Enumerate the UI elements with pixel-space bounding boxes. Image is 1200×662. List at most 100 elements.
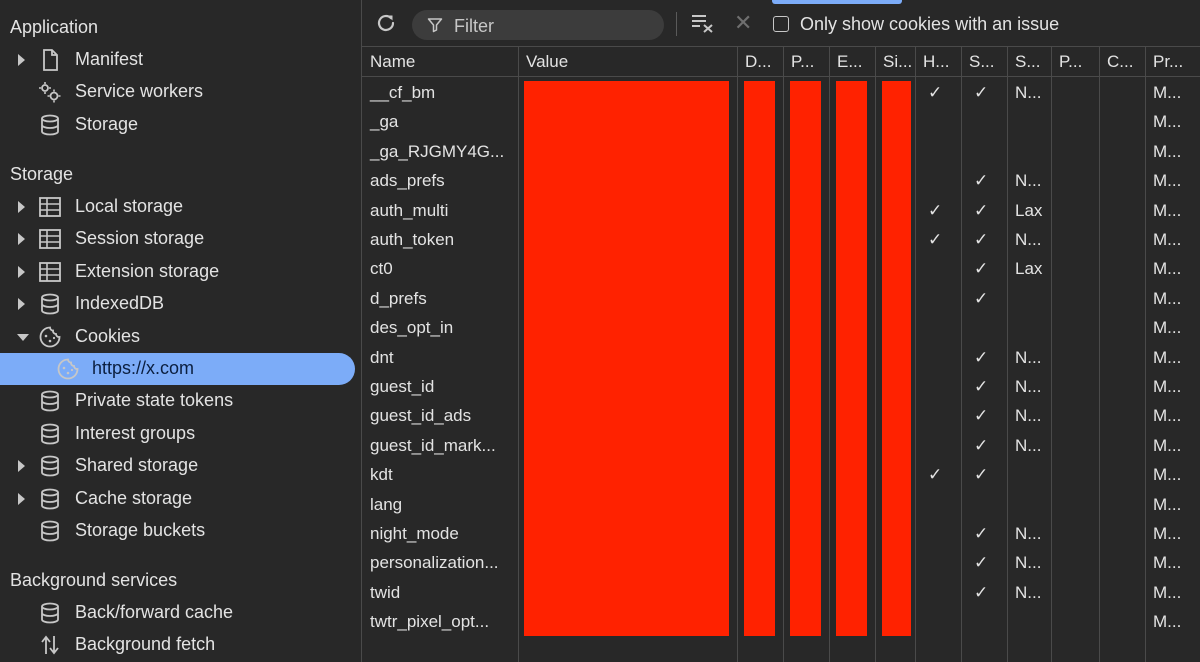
table-row[interactable]: twid ✓ N... M...	[362, 578, 1200, 607]
table-row[interactable]: kdt ✓ ✓ M...	[362, 460, 1200, 489]
column-header[interactable]: Value	[518, 47, 737, 76]
gears-icon	[38, 81, 62, 103]
priority-cell: M...	[1153, 347, 1182, 367]
samesite-cell	[1007, 284, 1051, 313]
secure-cell: ✓	[974, 83, 989, 102]
priority-cell: M...	[1153, 288, 1182, 308]
cookie-name-cell: d_prefs	[370, 288, 427, 308]
storage-section-title: Storage	[10, 164, 74, 184]
sidebar-item-label: Private state tokens	[75, 390, 234, 411]
sidebar-item[interactable]: Service workers	[0, 76, 361, 108]
collapsed-arrow-icon[interactable]	[18, 298, 25, 311]
table-row[interactable]: _ga M...	[362, 107, 1200, 136]
sidebar-item[interactable]: Storage	[0, 109, 361, 141]
sidebar-item[interactable]: Local storage	[0, 191, 361, 223]
cookie-name-cell: auth_multi	[370, 200, 449, 220]
table-row[interactable]: d_prefs ✓ M...	[362, 284, 1200, 313]
priority-cell: M...	[1153, 200, 1182, 220]
http-only-cell: ✓	[928, 230, 943, 249]
table-row[interactable]: guest_id_mark... ✓ N... M...	[362, 431, 1200, 460]
column-header[interactable]: D...	[737, 47, 783, 76]
table-header: Name Value D... P... E... Si... H... S... S... P.…	[362, 47, 1200, 77]
clear-filtered-cookies-icon[interactable]	[690, 12, 716, 34]
column-header[interactable]: S...	[961, 47, 1007, 76]
table-row[interactable]: twtr_pixel_opt... M...	[362, 607, 1200, 636]
column-header[interactable]: Name	[362, 47, 518, 76]
collapsed-arrow-icon[interactable]	[18, 460, 25, 473]
toolbar-divider	[676, 12, 677, 36]
sidebar-item-label: Interest groups	[75, 422, 196, 443]
table-row[interactable]: des_opt_in M...	[362, 313, 1200, 342]
samesite-cell	[1007, 460, 1051, 489]
table-row[interactable]: __cf_bm ✓ ✓ N... M...	[362, 78, 1200, 107]
sidebar: Application Manifest Service workers Stora…	[0, 0, 362, 662]
column-header[interactable]: H...	[915, 47, 961, 76]
document-icon	[38, 49, 62, 71]
table-row[interactable]: night_mode ✓ N... M...	[362, 519, 1200, 548]
table-row[interactable]: guest_id ✓ N... M...	[362, 372, 1200, 401]
cookie-name-cell: kdt	[370, 465, 393, 485]
column-header[interactable]: E...	[829, 47, 875, 76]
arrows-updown-icon	[38, 634, 62, 656]
priority-cell: M...	[1153, 524, 1182, 543]
redacted-expires-column	[836, 81, 867, 636]
priority-cell: M...	[1153, 406, 1182, 426]
collapsed-arrow-icon[interactable]	[18, 492, 25, 505]
column-header[interactable]: S...	[1007, 47, 1051, 76]
database-icon	[38, 602, 62, 624]
sidebar-item[interactable]: Extension storage	[0, 256, 361, 288]
issue-only-checkbox[interactable]	[773, 16, 789, 32]
http-only-cell	[915, 431, 961, 460]
sidebar-item[interactable]: Cookies	[0, 321, 361, 353]
column-header[interactable]: P...	[783, 47, 829, 76]
column-header[interactable]: Pr...	[1145, 47, 1200, 76]
table-row[interactable]: auth_multi ✓ ✓ Lax M...	[362, 196, 1200, 225]
expanded-arrow-icon[interactable]	[17, 333, 29, 341]
secure-cell	[961, 490, 1007, 519]
secure-cell: ✓	[974, 200, 989, 220]
secure-cell: ✓	[974, 465, 989, 485]
sidebar-item[interactable]: IndexedDB	[0, 288, 361, 320]
table-row[interactable]: auth_token ✓ ✓ N... M...	[362, 225, 1200, 254]
secure-cell: ✓	[974, 259, 989, 279]
column-header[interactable]: C...	[1099, 47, 1145, 76]
sidebar-item[interactable]: Storage buckets	[0, 515, 361, 547]
sidebar-item[interactable]: Back/forward cache	[0, 597, 361, 629]
sidebar-item[interactable]: Interest groups	[0, 418, 361, 450]
sidebar-item[interactable]: Session storage	[0, 223, 361, 255]
priority-cell: M...	[1153, 171, 1182, 191]
filter-box[interactable]	[412, 10, 664, 40]
sidebar-item-label: Local storage	[75, 196, 184, 216]
priority-cell: M...	[1153, 612, 1182, 632]
samesite-cell: Lax	[1015, 200, 1043, 220]
http-only-cell	[915, 490, 961, 519]
table-row[interactable]: guest_id_ads ✓ N... M...	[362, 401, 1200, 430]
collapsed-arrow-icon[interactable]	[18, 233, 25, 246]
table-row[interactable]: ct0 ✓ Lax M...	[362, 254, 1200, 283]
table-row[interactable]: ads_prefs ✓ N... M...	[362, 166, 1200, 195]
cookie-icon	[38, 326, 62, 348]
sidebar-item[interactable]: Shared storage	[0, 450, 361, 482]
table-row[interactable]: lang M...	[362, 490, 1200, 519]
sidebar-item[interactable]: Cache storage	[0, 483, 361, 515]
table-row[interactable]: _ga_RJGMY4G... M...	[362, 137, 1200, 166]
sidebar-item[interactable]: Manifest	[0, 44, 361, 76]
collapsed-arrow-icon[interactable]	[18, 54, 25, 66]
table-row[interactable]: personalization... ✓ N... M...	[362, 548, 1200, 577]
delete-selected-icon[interactable]: ✕	[734, 12, 754, 34]
refresh-icon[interactable]	[374, 11, 398, 35]
sidebar-item[interactable]: https://x.com	[0, 353, 361, 385]
table-row[interactable]: dnt ✓ N... M...	[362, 343, 1200, 372]
filter-input[interactable]	[452, 14, 656, 38]
samesite-cell	[1007, 490, 1051, 519]
collapsed-arrow-icon[interactable]	[18, 201, 25, 213]
http-only-cell	[915, 107, 961, 136]
column-header[interactable]: P...	[1051, 47, 1099, 76]
sidebar-item[interactable]: Background fetch	[0, 629, 361, 661]
column-header[interactable]: Si...	[875, 47, 915, 76]
collapsed-arrow-icon[interactable]	[18, 265, 25, 278]
samesite-cell: N...	[1015, 435, 1042, 455]
cookie-name-cell: __cf_bm	[370, 83, 436, 102]
database-icon	[38, 488, 62, 510]
sidebar-item[interactable]: Private state tokens	[0, 385, 361, 417]
